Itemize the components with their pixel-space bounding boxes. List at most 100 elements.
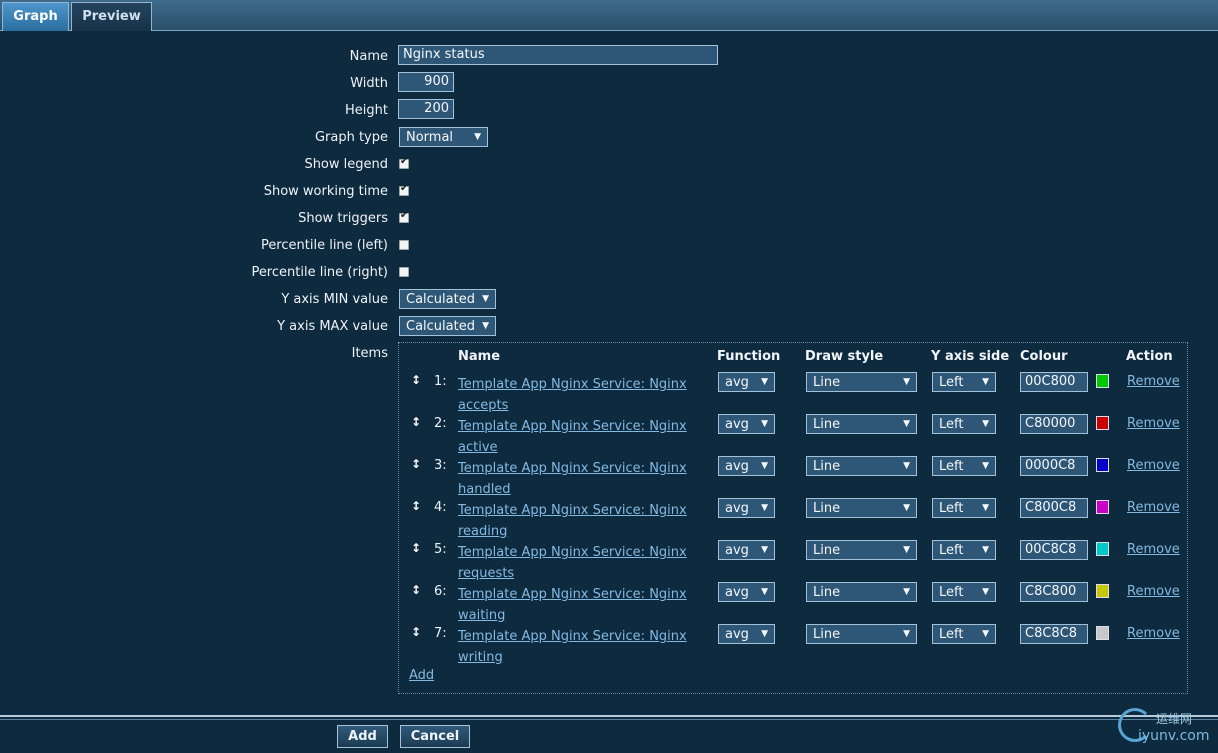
reorder-icon[interactable]: ↕ xyxy=(411,499,421,513)
tab-graph[interactable]: Graph xyxy=(2,2,69,31)
reorder-icon[interactable]: ↕ xyxy=(411,583,421,597)
remove-link[interactable]: Remove xyxy=(1127,584,1180,599)
dropdown-arrow-icon: ▼ xyxy=(982,629,989,639)
show-legend-checkbox[interactable] xyxy=(399,156,409,169)
table-row: ↕ 3: Template App Nginx Service: Nginx h… xyxy=(399,455,1187,497)
colour-swatch[interactable] xyxy=(1096,626,1109,640)
y-axis-side-select[interactable]: Left ▼ xyxy=(932,498,996,518)
function-select[interactable]: avg ▼ xyxy=(718,456,775,476)
items-label: Items xyxy=(351,346,388,361)
y-axis-side-select[interactable]: Left ▼ xyxy=(932,372,996,392)
item-name-link[interactable]: Template App Nginx Service: Nginx waitin… xyxy=(458,584,698,626)
item-name-link[interactable]: Template App Nginx Service: Nginx writin… xyxy=(458,626,698,668)
name-input[interactable]: Nginx status xyxy=(398,45,718,65)
item-name-link[interactable]: Template App Nginx Service: Nginx accept… xyxy=(458,374,698,416)
function-select[interactable]: avg ▼ xyxy=(718,582,775,602)
y-axis-side-select[interactable]: Left ▼ xyxy=(932,456,996,476)
table-row: ↕ 5: Template App Nginx Service: Nginx r… xyxy=(399,539,1187,581)
reorder-icon[interactable]: ↕ xyxy=(411,415,421,429)
remove-link[interactable]: Remove xyxy=(1127,458,1180,473)
draw-style-select[interactable]: Line ▼ xyxy=(806,582,917,602)
graph-type-select[interactable]: Normal ▼ xyxy=(399,127,488,147)
draw-style-select[interactable]: Line ▼ xyxy=(806,498,917,518)
function-select[interactable]: avg ▼ xyxy=(718,498,775,518)
ymax-value: Calculated xyxy=(406,319,475,334)
function-value: avg xyxy=(725,585,749,600)
item-name-link[interactable]: Template App Nginx Service: Nginx handle… xyxy=(458,458,698,500)
ymax-label: Y axis MAX value xyxy=(277,319,388,334)
colour-swatch[interactable] xyxy=(1096,542,1109,556)
remove-link[interactable]: Remove xyxy=(1127,374,1180,389)
remove-link[interactable]: Remove xyxy=(1127,416,1180,431)
colour-input[interactable]: C8C8C8 xyxy=(1020,624,1088,644)
header-function: Function xyxy=(717,349,781,364)
colour-input[interactable]: C8C800 xyxy=(1020,582,1088,602)
ymax-select[interactable]: Calculated ▼ xyxy=(399,316,496,336)
y-axis-side-value: Left xyxy=(939,585,964,600)
ymin-select[interactable]: Calculated ▼ xyxy=(399,289,496,309)
y-axis-side-select[interactable]: Left ▼ xyxy=(932,414,996,434)
function-select[interactable]: avg ▼ xyxy=(718,372,775,392)
draw-style-select[interactable]: Line ▼ xyxy=(806,540,917,560)
add-item-link[interactable]: Add xyxy=(409,668,434,683)
colour-input[interactable]: 00C800 xyxy=(1020,372,1088,392)
dropdown-arrow-icon: ▼ xyxy=(982,587,989,597)
y-axis-side-select[interactable]: Left ▼ xyxy=(932,582,996,602)
width-input[interactable]: 900 xyxy=(398,72,454,92)
colour-swatch[interactable] xyxy=(1096,458,1109,472)
colour-input[interactable]: C800C8 xyxy=(1020,498,1088,518)
function-select[interactable]: avg ▼ xyxy=(718,540,775,560)
cancel-button[interactable]: Cancel xyxy=(400,725,470,748)
draw-style-value: Line xyxy=(813,417,841,432)
header-colour: Colour xyxy=(1020,349,1068,364)
graph-type-label: Graph type xyxy=(314,130,388,145)
table-row: ↕ 4: Template App Nginx Service: Nginx r… xyxy=(399,497,1187,539)
remove-link[interactable]: Remove xyxy=(1127,500,1180,515)
function-value: avg xyxy=(725,543,749,558)
percentile-right-checkbox[interactable] xyxy=(399,267,409,277)
draw-style-select[interactable]: Line ▼ xyxy=(806,624,917,644)
add-button[interactable]: Add xyxy=(337,725,388,748)
dropdown-arrow-icon: ▼ xyxy=(482,321,489,331)
item-name-link[interactable]: Template App Nginx Service: Nginx reques… xyxy=(458,542,698,584)
function-select[interactable]: avg ▼ xyxy=(718,624,775,644)
draw-style-select[interactable]: Line ▼ xyxy=(806,414,917,434)
colour-swatch[interactable] xyxy=(1096,584,1109,598)
tab-preview[interactable]: Preview xyxy=(71,2,152,31)
colour-swatch[interactable] xyxy=(1096,416,1109,430)
y-axis-side-select[interactable]: Left ▼ xyxy=(932,624,996,644)
function-select[interactable]: avg ▼ xyxy=(718,414,775,434)
colour-input[interactable]: 0000C8 xyxy=(1020,456,1088,476)
y-axis-side-value: Left xyxy=(939,501,964,516)
dropdown-arrow-icon: ▼ xyxy=(761,545,768,555)
colour-input[interactable]: C80000 xyxy=(1020,414,1088,434)
item-name-link[interactable]: Template App Nginx Service: Nginx readin… xyxy=(458,500,698,542)
reorder-icon[interactable]: ↕ xyxy=(411,457,421,471)
remove-link[interactable]: Remove xyxy=(1127,626,1180,641)
y-axis-side-select[interactable]: Left ▼ xyxy=(932,540,996,560)
item-index: 3: xyxy=(434,458,447,473)
reorder-icon[interactable]: ↕ xyxy=(411,373,421,387)
colour-swatch[interactable] xyxy=(1096,374,1109,388)
reorder-icon[interactable]: ↕ xyxy=(411,541,421,555)
show-working-time-checkbox[interactable] xyxy=(399,183,409,196)
reorder-icon[interactable]: ↕ xyxy=(411,625,421,639)
colour-input[interactable]: 00C8C8 xyxy=(1020,540,1088,560)
watermark: 运维网 iyunv.com xyxy=(1118,708,1218,753)
height-input[interactable]: 200 xyxy=(398,99,454,119)
draw-style-select[interactable]: Line ▼ xyxy=(806,372,917,392)
header-action: Action xyxy=(1126,349,1173,364)
colour-swatch[interactable] xyxy=(1096,500,1109,514)
items-table: Name Function Draw style Y axis side Col… xyxy=(398,342,1188,694)
percentile-left-checkbox[interactable] xyxy=(399,240,409,250)
item-name-link[interactable]: Template App Nginx Service: Nginx active xyxy=(458,416,698,458)
show-triggers-checkbox[interactable] xyxy=(399,210,409,223)
draw-style-select[interactable]: Line ▼ xyxy=(806,456,917,476)
dropdown-arrow-icon: ▼ xyxy=(474,132,481,142)
dropdown-arrow-icon: ▼ xyxy=(761,461,768,471)
dropdown-arrow-icon: ▼ xyxy=(982,503,989,513)
table-row: ↕ 6: Template App Nginx Service: Nginx w… xyxy=(399,581,1187,623)
item-index: 2: xyxy=(434,416,447,431)
remove-link[interactable]: Remove xyxy=(1127,542,1180,557)
function-value: avg xyxy=(725,501,749,516)
